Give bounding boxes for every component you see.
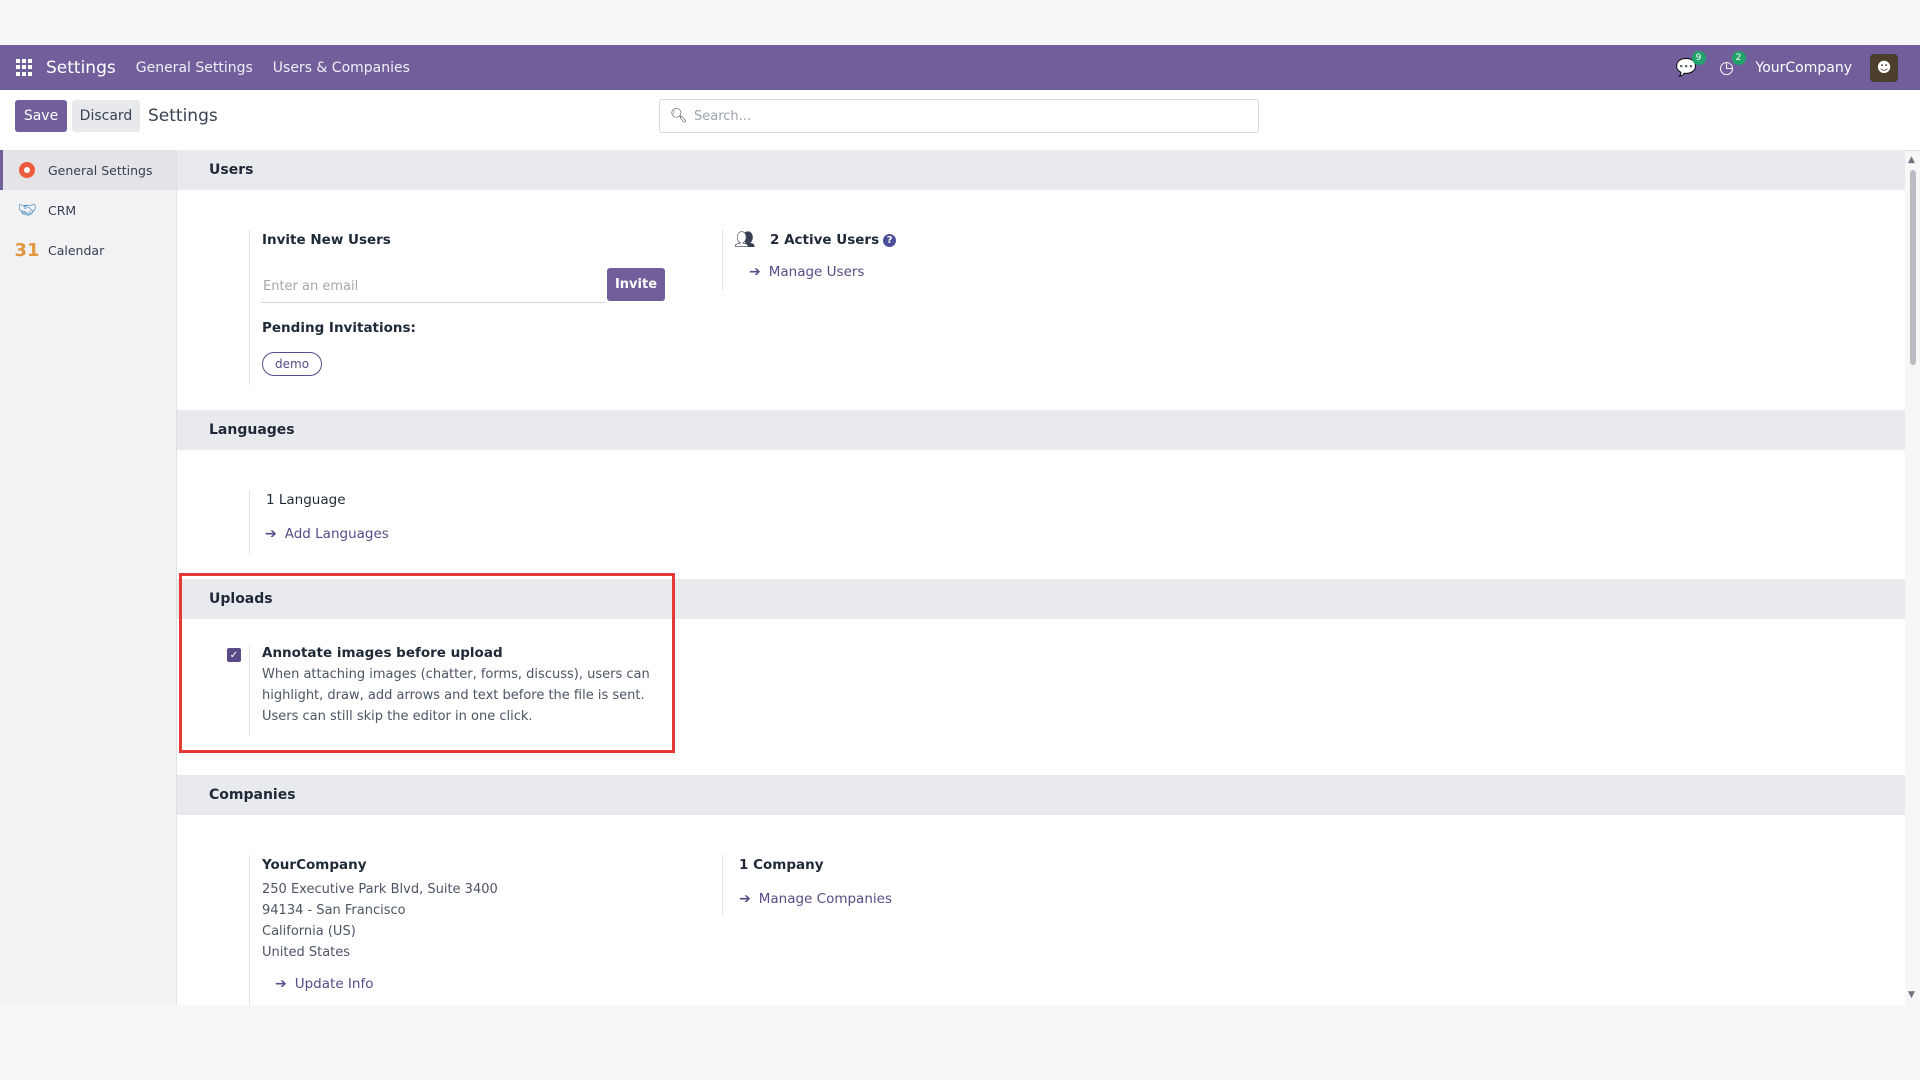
divider: [249, 645, 250, 735]
arrow-right-icon: ➔: [749, 264, 761, 280]
search-box: 🔍︎: [659, 99, 1259, 133]
language-count: 1 Language: [266, 492, 346, 508]
annotate-images-checkbox[interactable]: ✓: [227, 648, 241, 662]
scrollbar-thumb[interactable]: [1910, 170, 1916, 365]
description-line: Users can still skip the editor in one c…: [262, 709, 533, 724]
sidebar-item-label: General Settings: [48, 162, 153, 178]
settings-sidebar: General Settings 🤝︎ CRM 31 Calendar: [0, 150, 177, 1005]
content-scrollbar[interactable]: ▲ ▼: [1908, 155, 1916, 1000]
top-navbar: Settings General Settings Users & Compan…: [0, 45, 1920, 90]
sidebar-item-label: Calendar: [48, 242, 105, 258]
description-line: highlight, draw, add arrows and text bef…: [262, 688, 645, 703]
company-name: YourCompany: [262, 857, 367, 873]
annotate-images-label[interactable]: Annotate images before upload: [262, 645, 503, 661]
address-line: United States: [262, 945, 351, 960]
arrow-right-icon: ➔: [739, 891, 751, 907]
activities-badge: 2: [1731, 50, 1746, 65]
sidebar-item-crm[interactable]: 🤝︎ CRM: [0, 190, 176, 230]
divider: [722, 855, 723, 915]
manage-companies-label: Manage Companies: [758, 891, 892, 907]
divider: [722, 230, 723, 290]
search-icon: 🔍︎: [670, 108, 688, 124]
update-info-label: Update Info: [294, 976, 374, 992]
invite-users-label: Invite New Users: [262, 232, 391, 248]
scroll-up-icon[interactable]: ▲: [1908, 155, 1915, 165]
annotate-images-description: When attaching images (chatter, forms, d…: [262, 664, 650, 727]
discard-button[interactable]: Discard: [72, 100, 140, 132]
section-users-heading: Users: [177, 150, 1905, 190]
address-line: 250 Executive Park Blvd, Suite 3400: [262, 882, 498, 897]
divider: [249, 855, 250, 1005]
search-input[interactable]: [692, 107, 1258, 125]
invite-email-input[interactable]: [261, 270, 605, 303]
breadcrumb-title: Settings: [148, 106, 218, 126]
divider: [249, 490, 250, 555]
add-languages-link[interactable]: ➔ Add Languages: [265, 526, 389, 542]
crm-icon: 🤝︎: [17, 201, 37, 219]
section-languages-heading: Languages: [177, 410, 1905, 450]
pending-invitation-badge[interactable]: demo: [262, 352, 323, 376]
sidebar-item-label: CRM: [48, 202, 77, 218]
save-button[interactable]: Save: [15, 100, 67, 132]
address-line: California (US): [262, 924, 356, 939]
messages-icon[interactable]: 💬 9: [1676, 50, 1706, 79]
active-users-text: 2 Active Users: [770, 232, 880, 248]
apps-menu-icon[interactable]: [16, 58, 34, 77]
manage-companies-link[interactable]: ➔ Manage Companies: [739, 891, 892, 907]
scroll-down-icon[interactable]: ▼: [1908, 990, 1915, 1000]
messages-badge: 9: [1691, 50, 1706, 65]
address-line: 94134 - San Francisco: [262, 903, 406, 918]
manage-users-label: Manage Users: [768, 264, 865, 280]
description-line: When attaching images (chatter, forms, d…: [262, 667, 650, 682]
section-uploads-heading: Uploads: [177, 579, 1905, 619]
control-panel: Save Discard Settings 🔍︎: [0, 90, 1920, 151]
divider: [249, 230, 250, 385]
nav-users-companies[interactable]: Users & Companies: [273, 60, 410, 76]
help-icon[interactable]: ?: [883, 234, 897, 247]
update-info-link[interactable]: ➔ Update Info: [275, 976, 373, 992]
app-name[interactable]: Settings: [46, 58, 116, 78]
company-address: 250 Executive Park Blvd, Suite 3400 9413…: [262, 879, 498, 963]
users-icon: 👥︎: [734, 230, 756, 250]
pending-invitations-label: Pending Invitations:: [262, 320, 416, 336]
calendar-icon: 31: [14, 239, 40, 261]
company-switcher[interactable]: YourCompany: [1756, 60, 1853, 76]
sidebar-item-general-settings[interactable]: General Settings: [0, 150, 176, 190]
invite-button[interactable]: Invite: [607, 268, 665, 301]
company-count: 1 Company: [739, 857, 824, 873]
arrow-right-icon: ➔: [275, 976, 287, 992]
arrow-right-icon: ➔: [265, 526, 277, 542]
add-languages-label: Add Languages: [284, 526, 389, 542]
activities-icon[interactable]: ◷ 2: [1716, 50, 1746, 79]
nav-general-settings[interactable]: General Settings: [136, 60, 253, 76]
manage-users-link[interactable]: ➔ Manage Users: [749, 264, 864, 280]
general-settings-icon: [16, 159, 38, 181]
user-avatar[interactable]: ☻: [1870, 53, 1898, 82]
section-companies-heading: Companies: [177, 775, 1905, 815]
active-users-count: 2 Active Users?: [770, 232, 897, 248]
settings-content: Users Invite New Users Invite Pending In…: [177, 150, 1905, 1005]
sidebar-item-calendar[interactable]: 31 Calendar: [0, 230, 176, 270]
